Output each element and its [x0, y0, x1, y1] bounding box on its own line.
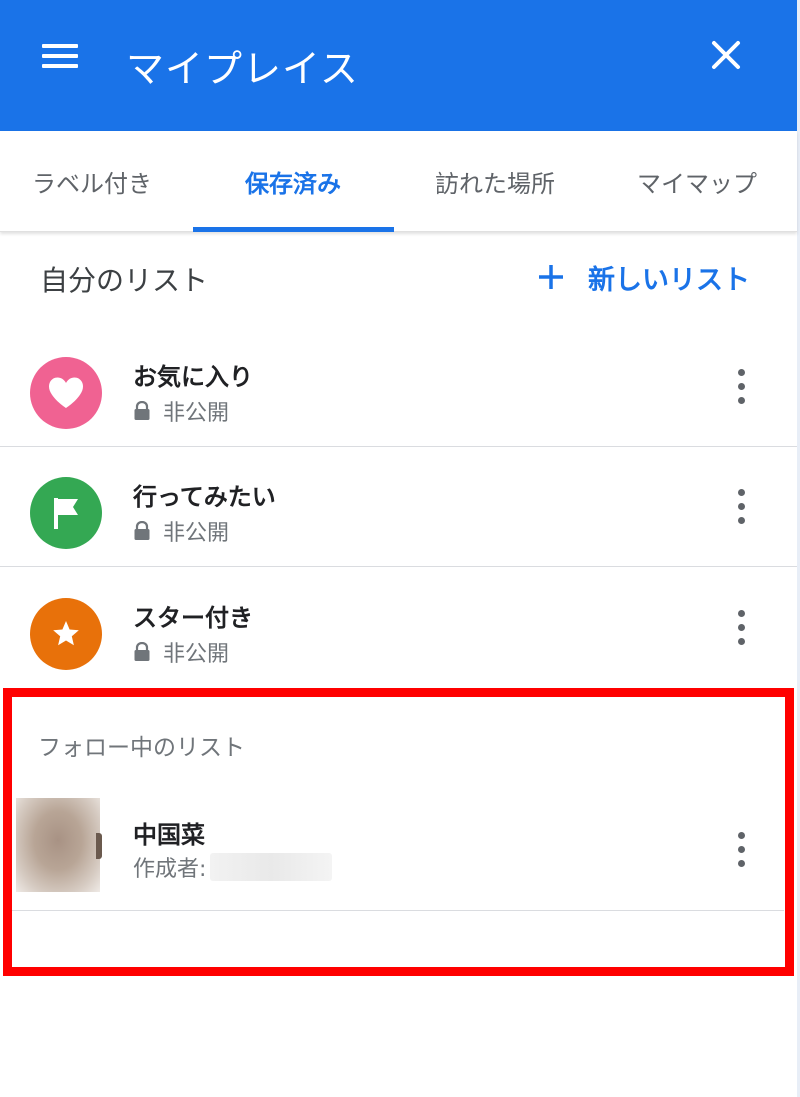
- more-options-icon[interactable]: [732, 828, 752, 872]
- tab-saved[interactable]: 保存済み: [193, 131, 393, 231]
- more-options-icon[interactable]: [732, 365, 752, 409]
- tab-my-maps[interactable]: マイマップ: [597, 131, 797, 231]
- list-privacy: 非公開: [133, 515, 229, 547]
- privacy-label: 非公開: [163, 401, 230, 426]
- my-lists-title: 自分のリスト: [40, 264, 209, 297]
- menu-icon[interactable]: [38, 40, 84, 74]
- new-list-label: 新しいリスト: [588, 264, 750, 296]
- star-icon: [30, 598, 102, 670]
- privacy-label: 非公開: [163, 521, 230, 546]
- app-bar: マイプレイス: [0, 0, 797, 131]
- list-thumbnail: [16, 798, 100, 892]
- blurred-author-name: [210, 853, 333, 881]
- list-item-followed[interactable]: 中国菜 作成者:: [12, 793, 784, 911]
- list-author: 作成者:: [133, 851, 333, 883]
- more-options-icon[interactable]: [732, 606, 752, 650]
- list-title: 行ってみたい: [133, 483, 276, 511]
- author-label: 作成者:: [133, 857, 207, 882]
- lock-icon: [134, 521, 150, 540]
- list-privacy: 非公開: [133, 395, 229, 427]
- list-title: お気に入り: [133, 363, 253, 391]
- plus-icon: [539, 265, 563, 289]
- my-lists-header: 自分のリスト 新しいリスト: [0, 245, 797, 315]
- active-tab-indicator: [193, 227, 394, 232]
- thumbnail-edge: [96, 833, 102, 859]
- close-icon[interactable]: [706, 35, 746, 75]
- more-options-icon[interactable]: [732, 485, 752, 529]
- list-item-favorites[interactable]: お気に入り 非公開: [0, 327, 797, 447]
- heart-icon: [30, 357, 102, 429]
- list-item-starred[interactable]: スター付き 非公開: [0, 568, 797, 688]
- tab-bar: ラベル付き 保存済み 訪れた場所 マイマップ: [0, 131, 797, 232]
- lock-icon: [134, 642, 150, 661]
- list-privacy: 非公開: [133, 636, 229, 668]
- privacy-label: 非公開: [163, 642, 230, 667]
- list-title: スター付き: [133, 604, 253, 632]
- tab-labeled[interactable]: ラベル付き: [0, 131, 192, 231]
- followed-lists-title: フォロー中のリスト: [38, 735, 245, 761]
- tab-visited[interactable]: 訪れた場所: [395, 131, 595, 231]
- lock-icon: [134, 401, 150, 420]
- page-title: マイプレイス: [126, 47, 359, 91]
- list-title: 中国菜: [133, 821, 205, 849]
- new-list-button[interactable]: 新しいリスト: [536, 257, 750, 297]
- flag-icon: [30, 477, 102, 549]
- list-item-want-to-go[interactable]: 行ってみたい 非公開: [0, 447, 797, 567]
